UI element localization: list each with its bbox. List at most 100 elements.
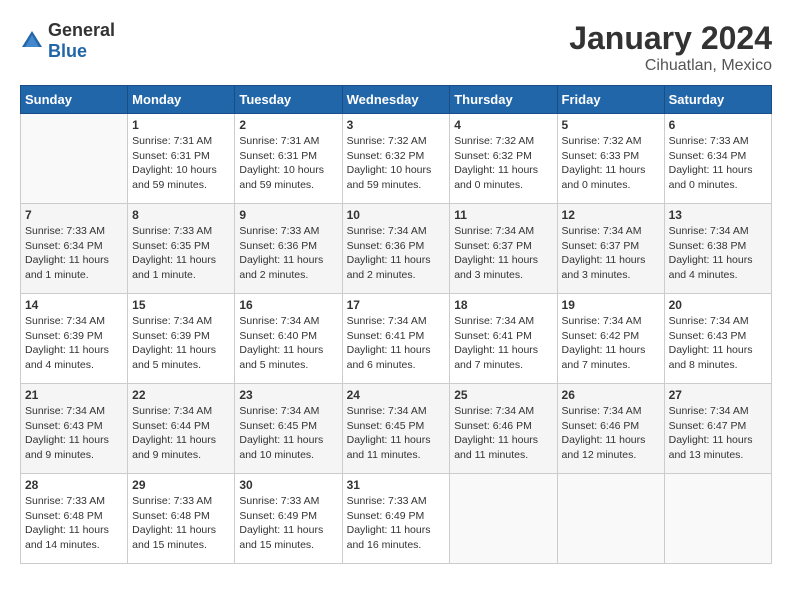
main-title: January 2024 <box>569 20 772 57</box>
calendar-cell: 26Sunrise: 7:34 AM Sunset: 6:46 PM Dayli… <box>557 384 664 474</box>
day-number: 19 <box>562 298 660 312</box>
day-number: 27 <box>669 388 767 402</box>
calendar-cell: 18 Sunrise: 7:34 AM Sunset: 6:41 PM Dayli… <box>450 294 557 384</box>
calendar-cell: 17 Sunrise: 7:34 AM Sunset: 6:41 PM Dayli… <box>342 294 450 384</box>
calendar-cell: 29 Sunrise: 7:33 AM Sunset: 6:48 PM Dayli… <box>128 474 235 564</box>
day-number: 31 <box>347 478 446 492</box>
weekday-header: Wednesday <box>342 86 450 114</box>
day-info: Sunrise: 7:33 AM Sunset: 6:48 PM Dayligh… <box>132 494 230 553</box>
subtitle: Cihuatlan, Mexico <box>569 57 772 75</box>
calendar-cell: 14 Sunrise: 7:34 AM Sunset: 6:39 PM Dayli… <box>21 294 128 384</box>
day-info: Sunrise: 7:33 AM Sunset: 6:49 PM Dayligh… <box>239 494 337 553</box>
day-number: 1 <box>132 118 230 132</box>
day-info: Sunrise: 7:34 AM Sunset: 6:37 PM Dayligh… <box>454 224 552 283</box>
calendar-cell: 3 Sunrise: 7:32 AM Sunset: 6:32 PM Daylig… <box>342 114 450 204</box>
calendar-cell: 30 Sunrise: 7:33 AM Sunset: 6:49 PM Dayli… <box>235 474 342 564</box>
logo-general: General <box>48 20 115 40</box>
calendar-cell: 20 Sunrise: 7:34 AM Sunset: 6:43 PM Dayli… <box>664 294 771 384</box>
calendar-cell: 13 Sunrise: 7:34 AM Sunset: 6:38 PM Dayli… <box>664 204 771 294</box>
day-info: Sunrise: 7:32 AM Sunset: 6:33 PM Dayligh… <box>562 134 660 193</box>
day-info: Sunrise: 7:31 AM Sunset: 6:31 PM Dayligh… <box>239 134 337 193</box>
day-info: Sunrise: 7:34 AM Sunset: 6:39 PM Dayligh… <box>25 314 123 373</box>
calendar-week-row: 28Sunrise: 7:33 AM Sunset: 6:48 PM Dayli… <box>21 474 772 564</box>
calendar-cell: 15 Sunrise: 7:34 AM Sunset: 6:39 PM Dayli… <box>128 294 235 384</box>
day-number: 13 <box>669 208 767 222</box>
day-number: 4 <box>454 118 552 132</box>
calendar-cell: 6Sunrise: 7:33 AM Sunset: 6:34 PM Daylig… <box>664 114 771 204</box>
day-number: 12 <box>562 208 660 222</box>
calendar-cell: 28Sunrise: 7:33 AM Sunset: 6:48 PM Dayli… <box>21 474 128 564</box>
day-info: Sunrise: 7:33 AM Sunset: 6:49 PM Dayligh… <box>347 494 446 553</box>
day-number: 18 <box>454 298 552 312</box>
day-info: Sunrise: 7:34 AM Sunset: 6:39 PM Dayligh… <box>132 314 230 373</box>
day-info: Sunrise: 7:34 AM Sunset: 6:45 PM Dayligh… <box>239 404 337 463</box>
day-info: Sunrise: 7:34 AM Sunset: 6:45 PM Dayligh… <box>347 404 446 463</box>
day-info: Sunrise: 7:33 AM Sunset: 6:34 PM Dayligh… <box>25 224 123 283</box>
day-info: Sunrise: 7:32 AM Sunset: 6:32 PM Dayligh… <box>454 134 552 193</box>
day-number: 2 <box>239 118 337 132</box>
calendar-cell <box>450 474 557 564</box>
calendar-cell: 8 Sunrise: 7:33 AM Sunset: 6:35 PM Daylig… <box>128 204 235 294</box>
day-info: Sunrise: 7:34 AM Sunset: 6:43 PM Dayligh… <box>669 314 767 373</box>
page-header: General Blue January 2024 Cihuatlan, Mex… <box>20 20 772 75</box>
day-info: Sunrise: 7:33 AM Sunset: 6:36 PM Dayligh… <box>239 224 337 283</box>
weekday-header: Monday <box>128 86 235 114</box>
day-number: 25 <box>454 388 552 402</box>
calendar-table: SundayMondayTuesdayWednesdayThursdayFrid… <box>20 85 772 564</box>
day-number: 16 <box>239 298 337 312</box>
day-number: 20 <box>669 298 767 312</box>
day-info: Sunrise: 7:33 AM Sunset: 6:35 PM Dayligh… <box>132 224 230 283</box>
weekday-header: Sunday <box>21 86 128 114</box>
day-number: 9 <box>239 208 337 222</box>
day-info: Sunrise: 7:31 AM Sunset: 6:31 PM Dayligh… <box>132 134 230 193</box>
day-number: 22 <box>132 388 230 402</box>
calendar-cell <box>21 114 128 204</box>
day-info: Sunrise: 7:34 AM Sunset: 6:40 PM Dayligh… <box>239 314 337 373</box>
calendar-cell: 11 Sunrise: 7:34 AM Sunset: 6:37 PM Dayli… <box>450 204 557 294</box>
calendar-cell: 7 Sunrise: 7:33 AM Sunset: 6:34 PM Daylig… <box>21 204 128 294</box>
day-info: Sunrise: 7:34 AM Sunset: 6:41 PM Dayligh… <box>347 314 446 373</box>
calendar-cell: 19Sunrise: 7:34 AM Sunset: 6:42 PM Dayli… <box>557 294 664 384</box>
calendar-cell: 10Sunrise: 7:34 AM Sunset: 6:36 PM Dayli… <box>342 204 450 294</box>
day-number: 8 <box>132 208 230 222</box>
calendar-cell: 2 Sunrise: 7:31 AM Sunset: 6:31 PM Daylig… <box>235 114 342 204</box>
day-info: Sunrise: 7:32 AM Sunset: 6:32 PM Dayligh… <box>347 134 446 193</box>
calendar-cell: 24Sunrise: 7:34 AM Sunset: 6:45 PM Dayli… <box>342 384 450 474</box>
day-info: Sunrise: 7:33 AM Sunset: 6:34 PM Dayligh… <box>669 134 767 193</box>
weekday-header: Thursday <box>450 86 557 114</box>
calendar-cell: 16 Sunrise: 7:34 AM Sunset: 6:40 PM Dayli… <box>235 294 342 384</box>
calendar-cell <box>557 474 664 564</box>
day-info: Sunrise: 7:34 AM Sunset: 6:38 PM Dayligh… <box>669 224 767 283</box>
day-number: 7 <box>25 208 123 222</box>
day-number: 15 <box>132 298 230 312</box>
calendar-header: SundayMondayTuesdayWednesdayThursdayFrid… <box>21 86 772 114</box>
day-number: 3 <box>347 118 446 132</box>
weekday-row: SundayMondayTuesdayWednesdayThursdayFrid… <box>21 86 772 114</box>
day-info: Sunrise: 7:34 AM Sunset: 6:41 PM Dayligh… <box>454 314 552 373</box>
logo: General Blue <box>20 20 115 62</box>
calendar-cell: 1 Sunrise: 7:31 AM Sunset: 6:31 PM Daylig… <box>128 114 235 204</box>
day-number: 5 <box>562 118 660 132</box>
day-number: 23 <box>239 388 337 402</box>
calendar-cell <box>664 474 771 564</box>
day-number: 29 <box>132 478 230 492</box>
calendar-cell: 5 Sunrise: 7:32 AM Sunset: 6:33 PM Daylig… <box>557 114 664 204</box>
calendar-cell: 27 Sunrise: 7:34 AM Sunset: 6:47 PM Dayli… <box>664 384 771 474</box>
day-number: 17 <box>347 298 446 312</box>
day-number: 30 <box>239 478 337 492</box>
logo-icon <box>20 29 44 53</box>
day-info: Sunrise: 7:34 AM Sunset: 6:43 PM Dayligh… <box>25 404 123 463</box>
calendar-week-row: 14 Sunrise: 7:34 AM Sunset: 6:39 PM Dayli… <box>21 294 772 384</box>
day-number: 11 <box>454 208 552 222</box>
day-info: Sunrise: 7:34 AM Sunset: 6:36 PM Dayligh… <box>347 224 446 283</box>
calendar-cell: 22Sunrise: 7:34 AM Sunset: 6:44 PM Dayli… <box>128 384 235 474</box>
day-info: Sunrise: 7:34 AM Sunset: 6:37 PM Dayligh… <box>562 224 660 283</box>
day-info: Sunrise: 7:34 AM Sunset: 6:46 PM Dayligh… <box>454 404 552 463</box>
calendar-cell: 31 Sunrise: 7:33 AM Sunset: 6:49 PM Dayli… <box>342 474 450 564</box>
calendar-week-row: 21Sunrise: 7:34 AM Sunset: 6:43 PM Dayli… <box>21 384 772 474</box>
day-info: Sunrise: 7:34 AM Sunset: 6:47 PM Dayligh… <box>669 404 767 463</box>
calendar-cell: 12 Sunrise: 7:34 AM Sunset: 6:37 PM Dayli… <box>557 204 664 294</box>
weekday-header: Friday <box>557 86 664 114</box>
day-number: 26 <box>562 388 660 402</box>
day-number: 14 <box>25 298 123 312</box>
